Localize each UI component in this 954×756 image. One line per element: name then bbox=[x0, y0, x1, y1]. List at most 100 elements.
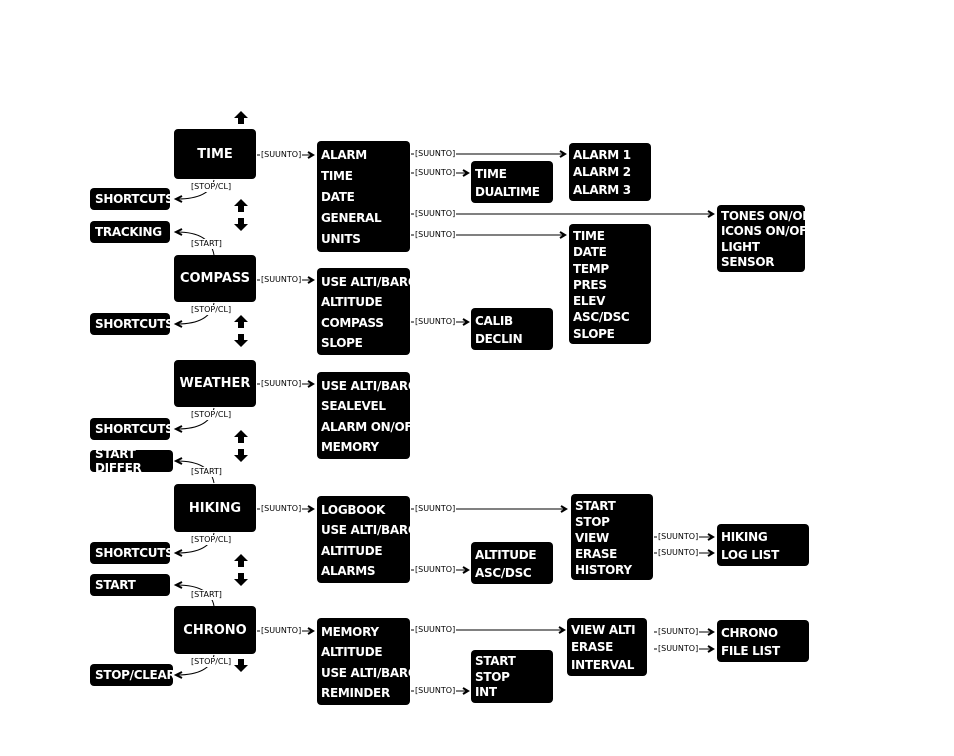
menu-item: ALARM bbox=[321, 148, 367, 162]
stop-cl-label: [STOP/CL] bbox=[190, 410, 233, 420]
menu-item: VIEW ALTI bbox=[571, 623, 636, 637]
menu-item: ALTITUDE bbox=[321, 295, 383, 310]
menu-item: ICONS ON/OFF bbox=[721, 224, 815, 239]
action-tracking: TRACKING bbox=[90, 221, 170, 243]
menu-item: STOP bbox=[475, 669, 510, 684]
menu-item: COMPASS bbox=[321, 315, 384, 330]
weather-menu: USE ALTI/BARO SEALEVEL ALARM ON/OFF MEMORY bbox=[317, 372, 421, 459]
menu-item: SLOPE bbox=[321, 335, 363, 350]
menu-item: STOP bbox=[575, 515, 610, 529]
menu-item: ALARM 2 bbox=[573, 165, 631, 180]
menu-item: PRES bbox=[573, 277, 607, 292]
menu-item: LOG LIST bbox=[721, 548, 779, 562]
menu-item: TIME bbox=[475, 167, 507, 181]
menu-item: DATE bbox=[321, 190, 355, 204]
menu-item: ALARM 3 bbox=[573, 182, 631, 197]
up-arrow-icon bbox=[234, 554, 248, 567]
menu-item: CHRONO bbox=[721, 626, 778, 640]
suunto-label: [SUUNTO] bbox=[414, 686, 457, 696]
action-shortcuts: SHORTCUTS bbox=[90, 542, 174, 564]
reminder-submenu: START STOP INT bbox=[471, 650, 553, 703]
suunto-label: [SUUNTO] bbox=[657, 548, 700, 558]
mode-chrono: CHRONO bbox=[174, 606, 256, 654]
menu-item: FILE LIST bbox=[721, 644, 780, 658]
menu-item: SENSOR bbox=[721, 254, 775, 269]
suunto-label: [SUUNTO] bbox=[414, 565, 457, 575]
alarms-submenu: ALARM 1 ALARM 2 ALARM 3 bbox=[569, 143, 651, 201]
suunto-label: [SUUNTO] bbox=[260, 626, 303, 636]
time-menu: ALARM TIME DATE GENERAL UNITS bbox=[317, 141, 410, 252]
chrono-menu: MEMORY ALTITUDE USE ALTI/BARO REMINDER bbox=[317, 618, 418, 705]
menu-item: TIME bbox=[573, 229, 605, 243]
menu-item: USE ALTI/BARO bbox=[321, 665, 418, 680]
start-label: [START] bbox=[190, 239, 223, 249]
up-arrow-icon bbox=[234, 315, 248, 328]
connector-lines bbox=[173, 111, 715, 695]
menu-item: HIKING bbox=[721, 530, 768, 544]
suunto-label: [SUUNTO] bbox=[260, 379, 303, 389]
hiking-log-submenu: HIKING LOG LIST bbox=[717, 524, 809, 566]
menu-item: INTERVAL bbox=[571, 657, 635, 672]
suunto-label: [SUUNTO] bbox=[657, 532, 700, 542]
compass-calib-submenu: CALIB DECLIN bbox=[471, 308, 553, 350]
action-shortcuts: SHORTCUTS bbox=[90, 313, 174, 335]
start-label: [START] bbox=[190, 590, 223, 600]
menu-item: USE ALTI/BARO bbox=[321, 379, 418, 393]
compass-menu: USE ALTI/BARO ALTITUDE COMPASS SLOPE bbox=[317, 268, 418, 355]
start-label: [START] bbox=[190, 467, 223, 477]
menu-item: TONES ON/OFF bbox=[721, 209, 819, 223]
mode-hiking: HIKING bbox=[174, 484, 256, 532]
menu-item: GENERAL bbox=[321, 211, 382, 225]
action-stop-clear: STOP/CLEAR bbox=[90, 664, 176, 686]
down-arrow-icon bbox=[234, 449, 248, 462]
menu-item: ALARM 1 bbox=[573, 148, 631, 162]
menu-item: CALIB bbox=[475, 314, 513, 328]
menu-item: ASC/DSC bbox=[475, 566, 532, 580]
suunto-label: [SUUNTO] bbox=[260, 504, 303, 514]
chrono-memory-submenu: VIEW ALTI ERASE INTERVAL bbox=[567, 618, 647, 676]
menu-item: ALTITUDE bbox=[321, 645, 383, 660]
menu-item: ERASE bbox=[571, 640, 614, 655]
stop-cl-label: [STOP/CL] bbox=[190, 535, 233, 545]
menu-item: SLOPE bbox=[573, 326, 615, 341]
menu-item: TEMP bbox=[573, 261, 609, 276]
menu-item: MEMORY bbox=[321, 439, 379, 454]
menu-structure-diagram: TIME COMPASS WEATHER HIKING CHRONO SHORTCUTS T… bbox=[0, 0, 954, 756]
general-submenu: TONES ON/OFF ICONS ON/OFF LIGHT SENSOR bbox=[717, 205, 819, 272]
stop-cl-label: [STOP/CL] bbox=[190, 305, 233, 315]
hiking-alarms-submenu: ALTITUDE ASC/DSC bbox=[471, 542, 553, 584]
menu-item: TIME bbox=[321, 169, 353, 183]
suunto-label: [SUUNTO] bbox=[657, 644, 700, 654]
up-arrow-icon bbox=[234, 111, 248, 124]
up-arrow-icon bbox=[234, 430, 248, 443]
menu-item: UNITS bbox=[321, 232, 361, 246]
menu-item: ALARMS bbox=[321, 563, 376, 578]
down-arrow-icon bbox=[234, 659, 248, 672]
menu-item: DECLIN bbox=[475, 332, 523, 346]
time-dual-submenu: TIME DUALTIME bbox=[471, 161, 553, 203]
suunto-label: [SUUNTO] bbox=[260, 150, 303, 160]
menu-item: ALARM ON/OFF bbox=[321, 419, 421, 434]
menu-item: LOGBOOK bbox=[321, 503, 386, 517]
action-start: START bbox=[90, 574, 170, 596]
menu-item: REMINDER bbox=[321, 685, 390, 700]
menu-item: DUALTIME bbox=[475, 185, 540, 199]
suunto-label: [SUUNTO] bbox=[260, 275, 303, 285]
menu-item: INT bbox=[475, 685, 497, 700]
menu-item: ASC/DSC bbox=[573, 310, 630, 325]
menu-item: START bbox=[575, 499, 616, 513]
menu-item: DATE bbox=[573, 245, 607, 260]
menu-item: SEALEVEL bbox=[321, 399, 386, 414]
suunto-label: [SUUNTO] bbox=[414, 149, 457, 159]
suunto-label: [SUUNTO] bbox=[414, 168, 457, 178]
menu-item: ALTITUDE bbox=[475, 548, 537, 562]
suunto-label: [SUUNTO] bbox=[414, 317, 457, 327]
action-shortcuts: SHORTCUTS bbox=[90, 418, 174, 440]
chrono-file-submenu: CHRONO FILE LIST bbox=[717, 620, 809, 662]
stop-cl-label: [STOP/CL] bbox=[190, 657, 233, 667]
down-arrow-icon bbox=[234, 573, 248, 586]
menu-item: ERASE bbox=[575, 547, 618, 561]
menu-item: START bbox=[475, 654, 516, 668]
menu-item: MEMORY bbox=[321, 625, 379, 639]
menu-item: ELEV bbox=[573, 294, 606, 309]
